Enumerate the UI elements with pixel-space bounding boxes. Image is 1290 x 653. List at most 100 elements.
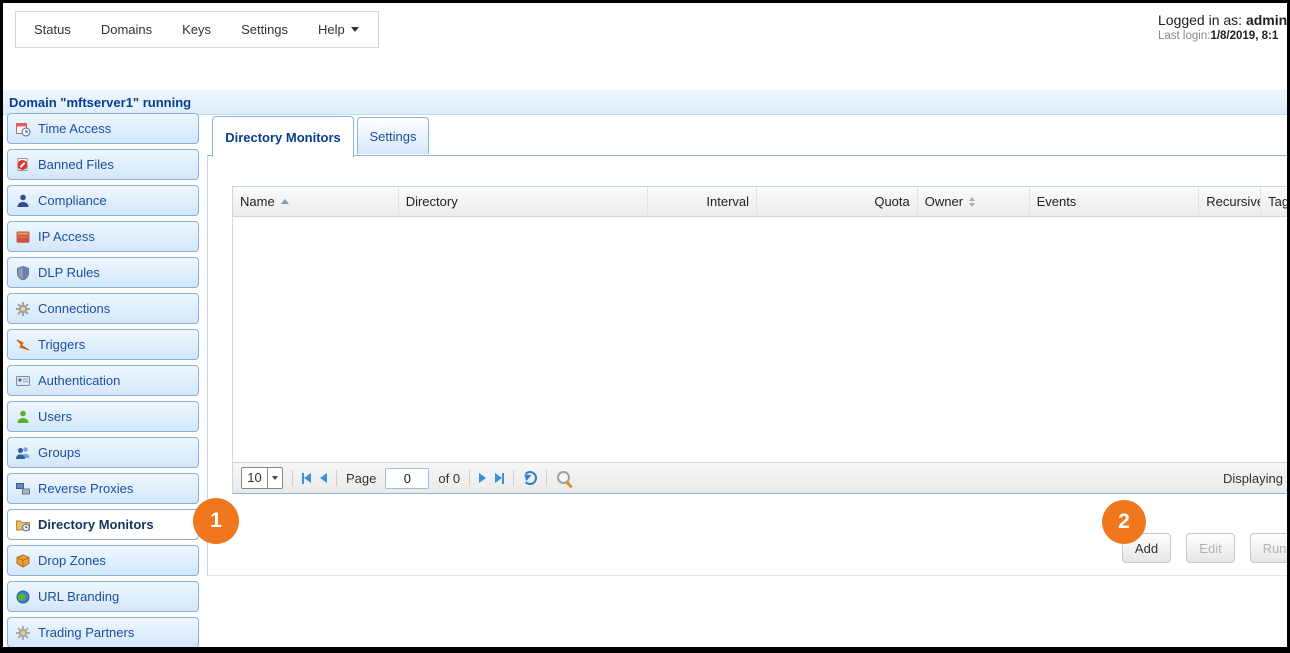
- triggers-icon: [15, 337, 31, 353]
- sidebar-item-ip-access[interactable]: IP Access: [7, 221, 199, 252]
- sidebar-item-authentication[interactable]: Authentication: [7, 365, 199, 396]
- sidebar-item-time-access[interactable]: Time Access: [7, 113, 199, 144]
- sidebar-item-triggers[interactable]: Triggers: [7, 329, 199, 360]
- sidebar-item-reverse-proxies[interactable]: Reverse Proxies: [7, 473, 199, 504]
- column-header-name[interactable]: Name: [233, 187, 399, 216]
- sidebar-item-groups[interactable]: Groups: [7, 437, 199, 468]
- column-header-recursive[interactable]: Recursive: [1199, 187, 1261, 216]
- last-login: Last login:1/8/2019, 8:1: [1158, 30, 1290, 42]
- search-icon[interactable]: [556, 470, 573, 487]
- grid-body-empty: [233, 217, 1290, 462]
- sidebar-label: Directory Monitors: [38, 517, 154, 532]
- separator: [469, 470, 470, 486]
- column-label: Directory: [406, 194, 458, 209]
- last-page-button[interactable]: [495, 473, 504, 484]
- groups-icon: [15, 445, 31, 461]
- column-header-tags[interactable]: Tags: [1261, 187, 1290, 216]
- page-size-select[interactable]: 10: [241, 467, 283, 489]
- nav-status[interactable]: Status: [34, 22, 71, 37]
- nav-help[interactable]: Help: [318, 22, 359, 37]
- dlp-rules-icon: [15, 265, 31, 281]
- sidebar-label: URL Branding: [38, 589, 119, 604]
- sidebar-item-url-branding[interactable]: URL Branding: [7, 581, 199, 612]
- sidebar-label: Drop Zones: [38, 553, 106, 568]
- connections-icon: [15, 301, 31, 317]
- users-icon: [15, 409, 31, 425]
- sidebar-label: Users: [38, 409, 72, 424]
- sidebar-label: DLP Rules: [38, 265, 100, 280]
- authentication-icon: [15, 373, 31, 389]
- refresh-icon[interactable]: [523, 471, 537, 485]
- sidebar-item-trading-partners[interactable]: Trading Partners: [7, 617, 199, 648]
- column-header-interval[interactable]: Interval: [648, 187, 757, 216]
- ip-access-icon: [15, 229, 31, 245]
- last-login-value: 1/8/2019, 8:1: [1210, 30, 1278, 42]
- column-label: Tags: [1268, 194, 1290, 209]
- username: admin: [1246, 12, 1287, 28]
- column-header-directory[interactable]: Directory: [399, 187, 649, 216]
- column-header-owner[interactable]: Owner: [918, 187, 1030, 216]
- edit-button[interactable]: Edit: [1186, 533, 1235, 563]
- page-number-input[interactable]: [385, 468, 429, 489]
- column-label: Name: [240, 194, 275, 209]
- last-login-label: Last login:: [1158, 30, 1210, 42]
- separator: [546, 470, 547, 486]
- sidebar-item-users[interactable]: Users: [7, 401, 199, 432]
- url-branding-icon: [15, 589, 31, 605]
- domain-status-bar: Domain "mftserver1" running: [3, 90, 1287, 115]
- page-label: Page: [346, 471, 376, 486]
- separator: [336, 470, 337, 486]
- trading-partners-icon: [15, 625, 31, 641]
- chevron-down-icon: [351, 27, 359, 32]
- run-button[interactable]: Run: [1250, 533, 1290, 563]
- column-label: Recursive: [1206, 194, 1261, 209]
- column-header-quota[interactable]: Quota: [757, 187, 918, 216]
- nav-help-label: Help: [318, 22, 345, 37]
- first-page-button[interactable]: [302, 473, 311, 484]
- nav-settings[interactable]: Settings: [241, 22, 288, 37]
- annotation-step-2-badge: 2: [1102, 500, 1146, 544]
- next-page-button[interactable]: [479, 473, 486, 483]
- displaying-status: Displaying: [1223, 463, 1283, 494]
- banned-files-icon: [15, 157, 31, 173]
- grid-header: Name Directory Interval Quota Owner Even…: [233, 187, 1290, 217]
- pagination-toolbar: 10 Page of 0 Displaying: [233, 462, 1290, 493]
- sidebar-label: Time Access: [38, 121, 111, 136]
- sidebar-label: Authentication: [38, 373, 120, 388]
- session-info: Logged in as: admin Last login:1/8/2019,…: [1158, 12, 1290, 42]
- sidebar-label: Groups: [38, 445, 81, 460]
- logged-in-as: Logged in as: admin: [1158, 12, 1290, 28]
- tab-settings[interactable]: Settings: [357, 117, 429, 154]
- sidebar-label: Banned Files: [38, 157, 114, 172]
- sidebar-item-compliance[interactable]: Compliance: [7, 185, 199, 216]
- directory-monitors-icon: [15, 517, 31, 533]
- page-of-label: of 0: [438, 471, 460, 486]
- sidebar-label: Connections: [38, 301, 110, 316]
- previous-page-button[interactable]: [320, 473, 327, 483]
- logged-in-label: Logged in as:: [1158, 12, 1242, 28]
- sidebar-item-banned-files[interactable]: Banned Files: [7, 149, 199, 180]
- sidebar-label: Trading Partners: [38, 625, 134, 640]
- time-access-icon: [15, 121, 31, 137]
- tab-label: Directory Monitors: [225, 130, 341, 145]
- sidebar-item-dlp-rules[interactable]: DLP Rules: [7, 257, 199, 288]
- sidebar-item-drop-zones[interactable]: Drop Zones: [7, 545, 199, 576]
- sidebar-label: Reverse Proxies: [38, 481, 133, 496]
- sidebar-label: Compliance: [38, 193, 107, 208]
- tab-directory-monitors[interactable]: Directory Monitors: [212, 116, 354, 157]
- column-header-events[interactable]: Events: [1030, 187, 1200, 216]
- sort-asc-icon: [281, 199, 289, 204]
- separator: [513, 470, 514, 486]
- nav-domains[interactable]: Domains: [101, 22, 152, 37]
- tab-label: Settings: [370, 129, 417, 144]
- annotation-step-1-badge: 1: [193, 498, 239, 544]
- drop-zones-icon: [15, 553, 31, 569]
- app-window: Status Domains Keys Settings Help Logged…: [0, 0, 1290, 653]
- reverse-proxies-icon: [15, 481, 31, 497]
- sidebar-item-connections[interactable]: Connections: [7, 293, 199, 324]
- sidebar-label: Triggers: [38, 337, 85, 352]
- column-label: Owner: [925, 194, 963, 209]
- nav-keys[interactable]: Keys: [182, 22, 211, 37]
- sidebar-item-directory-monitors[interactable]: Directory Monitors: [7, 509, 199, 540]
- column-label: Interval: [706, 194, 749, 209]
